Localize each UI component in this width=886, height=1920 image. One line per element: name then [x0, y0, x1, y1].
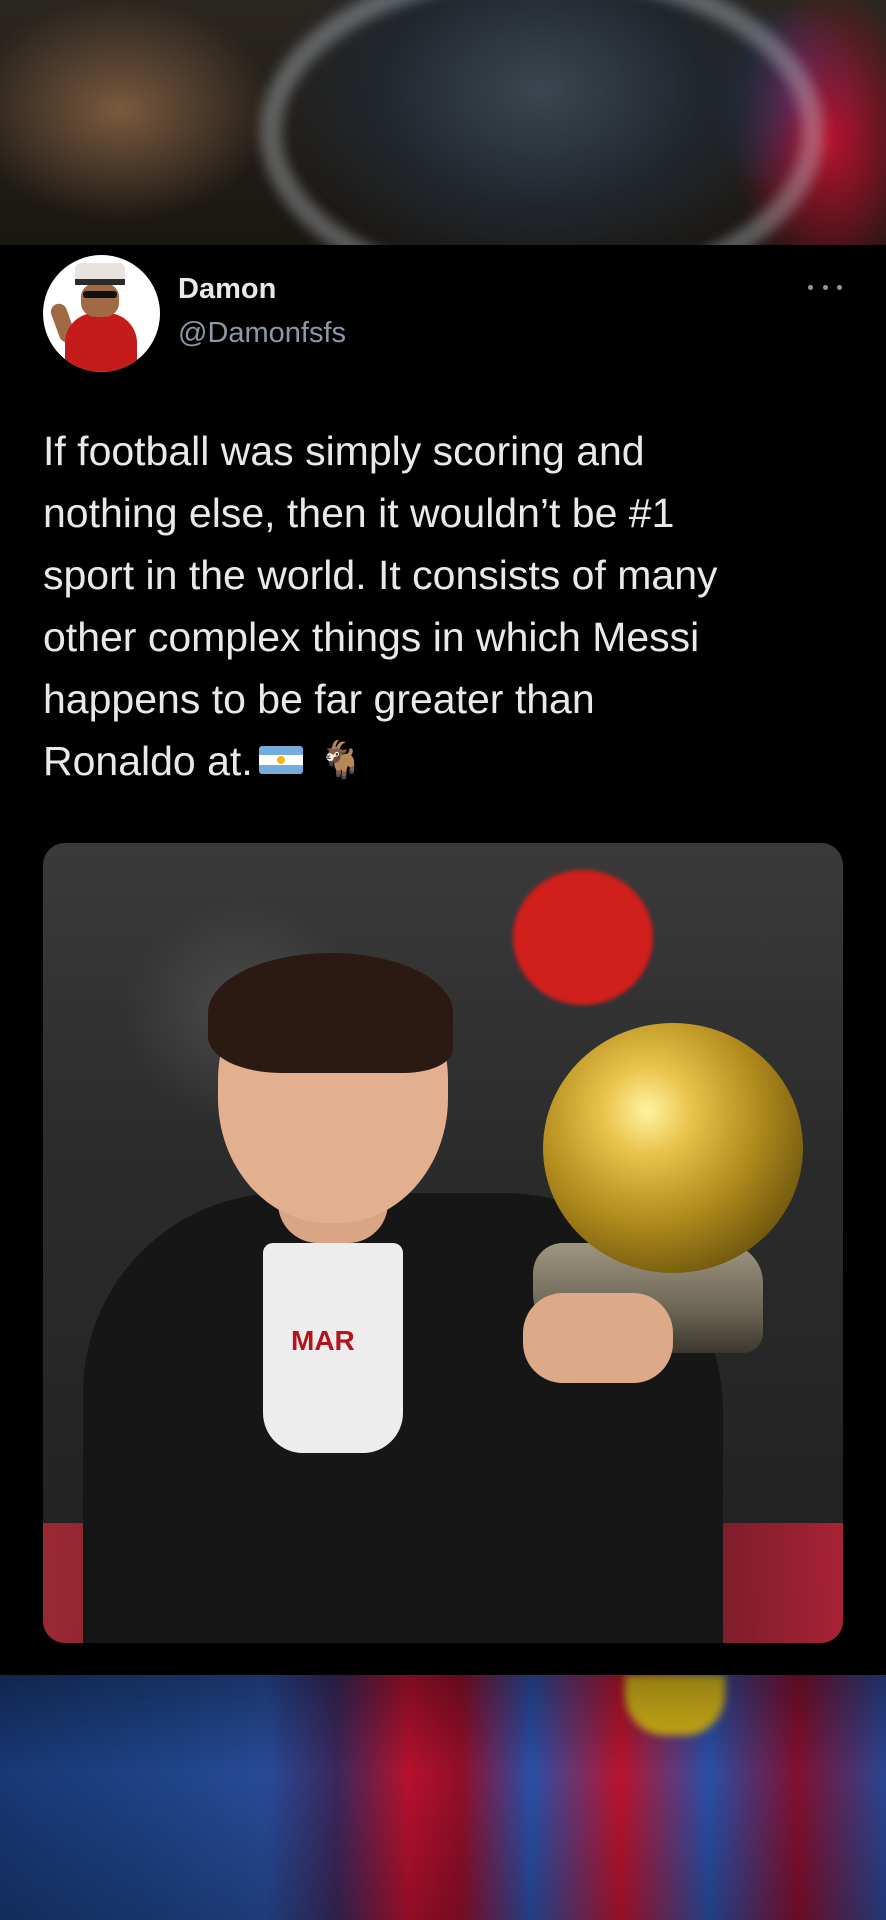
golden-ball-trophy [543, 1023, 803, 1273]
tweet-photo[interactable]: MAR [43, 843, 843, 1643]
argentina-flag-icon [258, 746, 303, 775]
stadium-light [513, 870, 653, 1005]
shirt: MAR [263, 1243, 403, 1453]
trophy-sheen [260, 0, 824, 245]
more-options-icon[interactable] [808, 275, 842, 299]
user-handle[interactable]: @Damonfsfs [178, 317, 346, 350]
hands [523, 1293, 673, 1383]
avatar[interactable] [43, 255, 160, 372]
tweet-body: If football was simply scoring and nothi… [43, 428, 718, 784]
background-photo-bottom [0, 1675, 886, 1920]
tweet-card[interactable]: Damon @Damonfsfs If football was simply … [0, 245, 886, 1675]
background-photo-top [0, 0, 886, 245]
tweet-text: If football was simply scoring and nothi… [43, 420, 843, 795]
shirt-print: MAR [291, 1325, 355, 1356]
goat-emoji-icon: 🐐 [318, 739, 364, 781]
display-name[interactable]: Damon [178, 273, 276, 306]
